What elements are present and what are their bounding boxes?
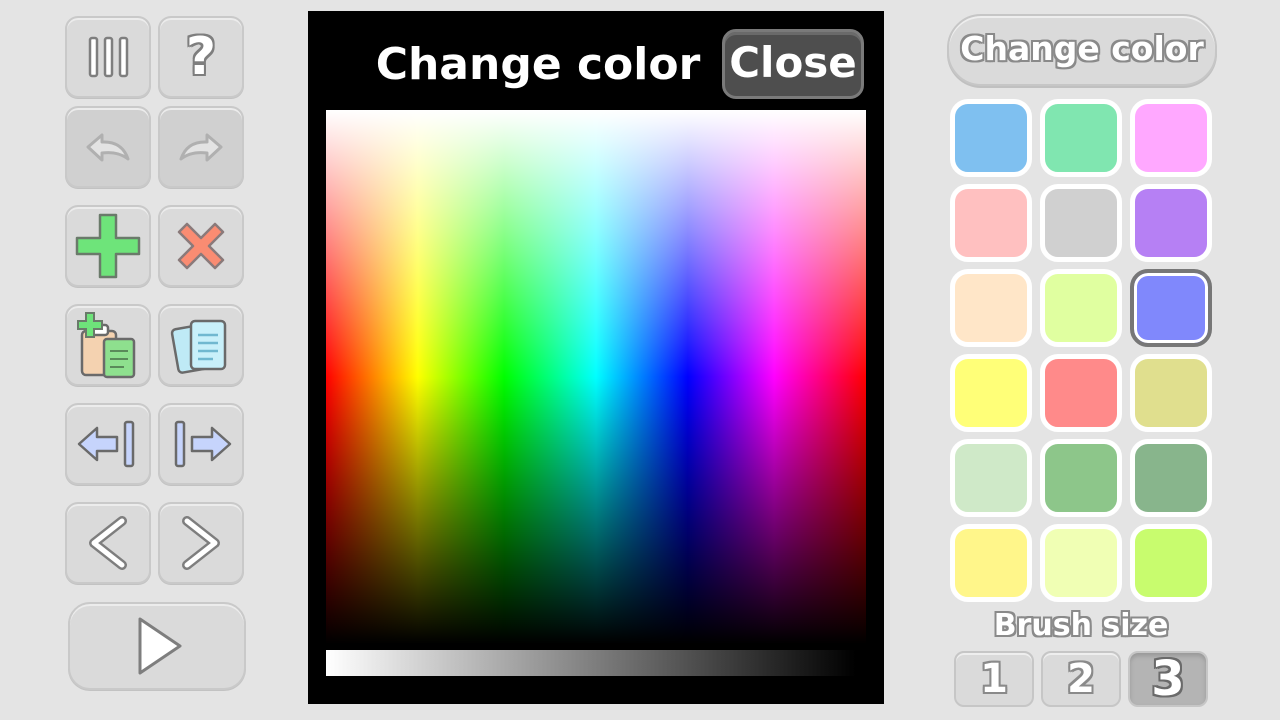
help-icon: ?	[185, 27, 217, 87]
color-swatch[interactable]	[1130, 184, 1212, 262]
color-swatch[interactable]	[1040, 99, 1122, 177]
menu-button[interactable]	[65, 16, 151, 98]
change-color-dialog: Change color Close	[308, 11, 884, 704]
color-swatch[interactable]	[950, 184, 1032, 262]
move-first-button[interactable]	[65, 403, 151, 485]
brush-size-label: Brush size	[993, 608, 1169, 643]
color-swatch[interactable]	[1130, 269, 1212, 347]
brush-size-2-button[interactable]: 2	[1041, 651, 1121, 707]
grayscale-bar[interactable]	[326, 650, 856, 676]
help-button[interactable]: ?	[158, 16, 244, 98]
color-swatch[interactable]	[1040, 184, 1122, 262]
menu-icon	[88, 36, 129, 78]
next-frame-button[interactable]	[158, 502, 244, 584]
color-swatch[interactable]	[950, 354, 1032, 432]
copy-frame-button[interactable]	[158, 304, 244, 386]
copy-icon	[170, 319, 227, 374]
play-button[interactable]	[68, 602, 246, 690]
move-first-icon	[77, 420, 135, 468]
color-swatch[interactable]	[1130, 99, 1212, 177]
color-spectrum-picker[interactable]	[326, 110, 866, 644]
color-swatch[interactable]	[950, 439, 1032, 517]
color-swatch[interactable]	[950, 269, 1032, 347]
undo-button[interactable]	[65, 106, 151, 188]
play-icon	[138, 617, 182, 675]
redo-button[interactable]	[158, 106, 244, 188]
change-color-button[interactable]: Change color	[947, 14, 1217, 86]
add-frame-button[interactable]	[65, 205, 151, 287]
dialog-title: Change color	[375, 39, 701, 90]
undo-icon	[86, 133, 130, 162]
color-swatch[interactable]	[1130, 524, 1212, 602]
paste-add-icon	[77, 312, 136, 379]
color-swatch[interactable]	[1040, 354, 1122, 432]
color-swatch[interactable]	[1040, 524, 1122, 602]
paste-frame-button[interactable]	[65, 304, 151, 386]
add-icon	[75, 213, 141, 279]
color-swatch[interactable]	[1130, 354, 1212, 432]
move-last-icon	[174, 420, 232, 468]
delete-icon	[177, 222, 225, 270]
color-swatch-grid	[948, 99, 1218, 609]
delete-frame-button[interactable]	[158, 205, 244, 287]
prev-icon	[89, 516, 127, 570]
move-last-button[interactable]	[158, 403, 244, 485]
brush-size-1-button[interactable]: 1	[954, 651, 1034, 707]
brush-size-3-button[interactable]: 3	[1128, 651, 1208, 707]
close-button[interactable]: Close	[722, 29, 864, 99]
color-swatch[interactable]	[1040, 439, 1122, 517]
next-icon	[182, 516, 220, 570]
color-swatch[interactable]	[1130, 439, 1212, 517]
redo-icon	[179, 133, 223, 162]
color-swatch[interactable]	[950, 524, 1032, 602]
prev-frame-button[interactable]	[65, 502, 151, 584]
color-swatch[interactable]	[950, 99, 1032, 177]
color-swatch[interactable]	[1040, 269, 1122, 347]
